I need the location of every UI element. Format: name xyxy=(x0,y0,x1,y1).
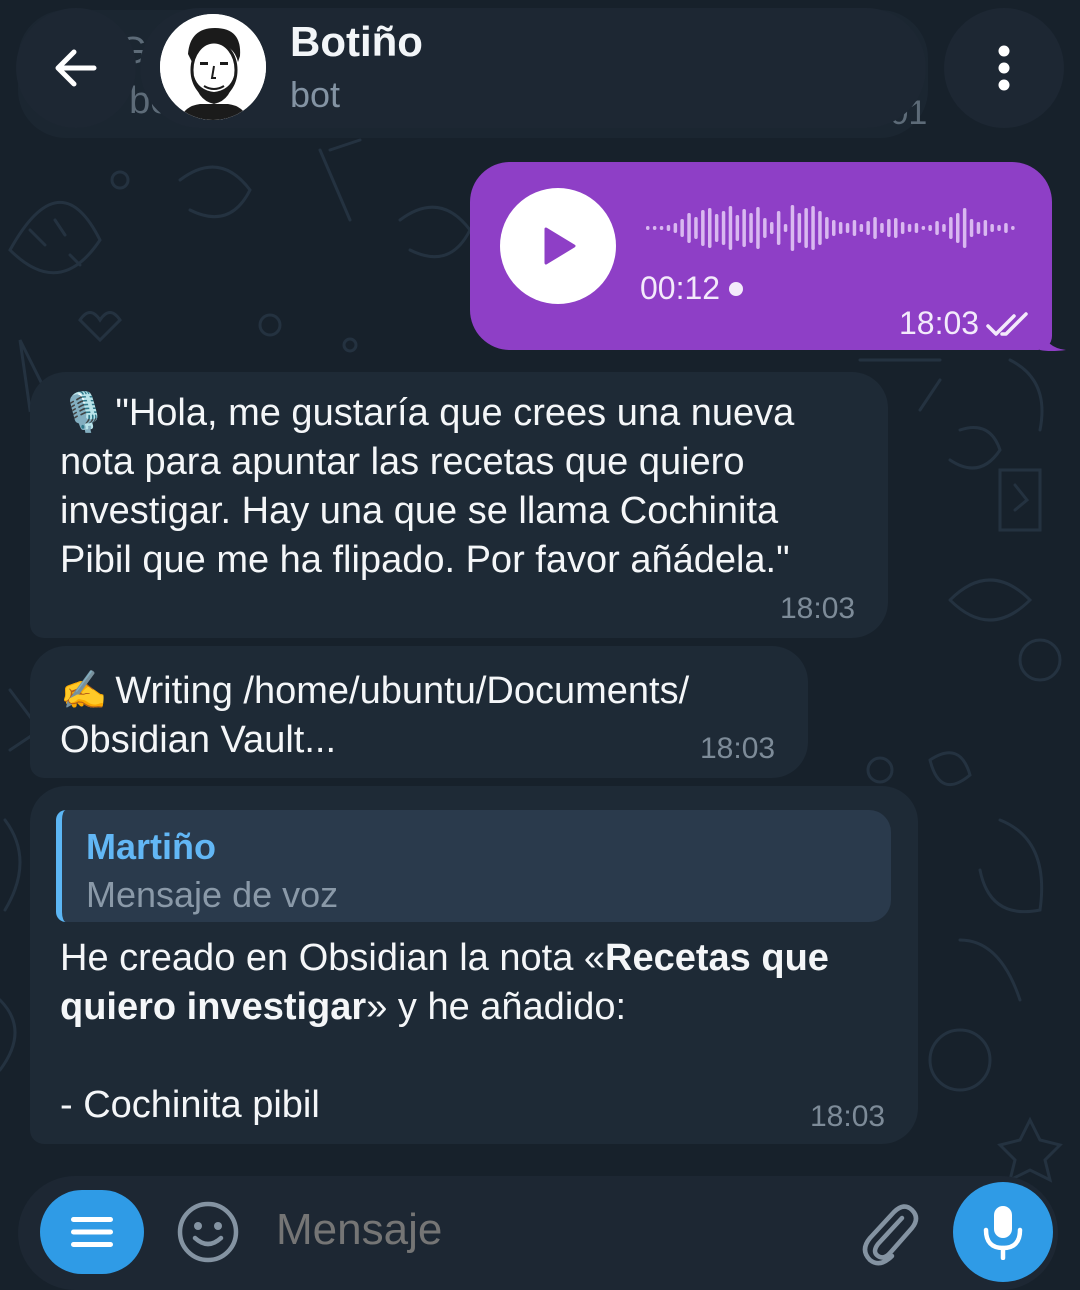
waveform-bar xyxy=(776,211,781,245)
waveform-bar xyxy=(728,206,733,250)
message-time: 18:03 xyxy=(780,592,856,625)
waveform-bar xyxy=(659,226,664,230)
back-button[interactable] xyxy=(16,8,136,128)
waveform-bar xyxy=(694,217,698,239)
message-line xyxy=(60,1032,900,1081)
waveform-bar xyxy=(852,220,857,236)
waveform-bar xyxy=(900,222,905,234)
waveform-bar xyxy=(907,224,912,232)
waveform-bar xyxy=(811,206,815,250)
writing-hand-emoji-icon: ✍️ xyxy=(60,670,108,712)
message-line: - Cochinita pibil xyxy=(60,1084,320,1126)
waveform-bar xyxy=(652,226,657,230)
double-check-icon xyxy=(986,312,1028,336)
waveform-bar xyxy=(735,215,740,241)
writing-message-text: ✍️ Writing /home/ubuntu/Documents/ Obsidi… xyxy=(60,667,800,765)
waveform-bar xyxy=(666,225,671,231)
arrow-left-icon xyxy=(55,49,97,87)
bot-menu-button[interactable] xyxy=(40,1190,144,1274)
waveform-bar xyxy=(894,218,898,238)
waveform-bar xyxy=(646,226,650,230)
waveform-bar xyxy=(880,223,884,233)
reply-message-text: He creado en Obsidian la nota «Recetas q… xyxy=(60,934,900,1130)
waveform-bar xyxy=(997,225,1001,231)
message-time: 18:03 xyxy=(810,1100,886,1133)
avatar-illustration xyxy=(160,14,266,120)
waveform-bar xyxy=(914,223,919,233)
waveform-bar xyxy=(928,225,932,231)
waveform-bar xyxy=(942,224,946,232)
more-vertical-icon xyxy=(998,45,1010,91)
play-icon xyxy=(544,227,576,265)
waveform-bar xyxy=(721,211,726,245)
waveform-bar xyxy=(783,224,788,232)
waveform-bar xyxy=(701,210,705,246)
paperclip-icon[interactable] xyxy=(856,1198,920,1266)
waveform-bar xyxy=(797,213,802,243)
waveform-bar xyxy=(1004,223,1008,233)
voice-duration: 00:12 xyxy=(640,270,721,306)
waveform-bar xyxy=(859,224,864,232)
message-line: ✍️ Writing /home/ubuntu/Documents/ xyxy=(60,670,690,712)
message-time: 18:03 xyxy=(700,732,776,765)
play-button[interactable] xyxy=(500,188,616,304)
waveform-bar xyxy=(976,222,981,234)
message-line: He creado en Obsidian la nota «Recetas q… xyxy=(60,937,829,979)
waveform-bar xyxy=(832,220,836,236)
waveform-bar xyxy=(763,218,767,238)
message-line: Pibil que me ha flipado. Por favor añáde… xyxy=(60,539,790,581)
waveform-bar xyxy=(838,222,843,234)
quoted-author: Martiño xyxy=(86,826,216,867)
waveform-bar xyxy=(845,223,850,233)
waveform-bar xyxy=(983,220,988,236)
chat-subtitle: bot xyxy=(290,74,341,115)
waveform-bar xyxy=(949,217,953,239)
message-line: 🎙️ "Hola, me gustaría que crees una nueva xyxy=(60,392,795,434)
waveform-bar xyxy=(962,208,967,248)
voice-message-time: 18:03 xyxy=(899,305,980,341)
bubble-tail xyxy=(1040,328,1066,351)
waveform-bar xyxy=(1011,226,1015,230)
message-line: nota para apuntar las recetas que quiero xyxy=(60,441,745,483)
quoted-text: Mensaje de voz xyxy=(86,874,339,915)
menu-icon xyxy=(71,1217,113,1247)
more-options-button[interactable] xyxy=(944,8,1064,128)
waveform-bar xyxy=(673,223,678,233)
waveform-bar xyxy=(825,217,829,239)
transcription-message-text: 🎙️ "Hola, me gustaría que crees una nueva… xyxy=(60,389,880,585)
microphone-icon xyxy=(983,1206,1023,1260)
waveform-bar xyxy=(708,208,712,248)
message-input[interactable] xyxy=(276,1205,796,1255)
waveform-bar xyxy=(921,226,926,230)
waveform-bar xyxy=(990,224,994,232)
waveform-bar xyxy=(790,205,795,251)
microphone-emoji-icon: 🎙️ xyxy=(60,392,108,434)
smile-icon[interactable] xyxy=(176,1200,240,1264)
message-line: investigar. Hay una que se llama Cochini… xyxy=(60,490,779,532)
waveform-bar xyxy=(756,207,760,249)
waveform-bar xyxy=(714,214,719,242)
waveform-bar xyxy=(956,213,960,243)
waveform-bar xyxy=(687,213,691,243)
waveform-bar xyxy=(873,217,877,239)
waveform-bar xyxy=(770,222,774,234)
message-line: Obsidian Vault... xyxy=(60,719,337,761)
waveform-bar xyxy=(866,221,870,235)
waveform-bar xyxy=(742,209,746,247)
unplayed-dot xyxy=(729,282,743,296)
waveform-bar xyxy=(818,211,822,245)
waveform[interactable] xyxy=(646,200,1018,256)
voice-record-button[interactable] xyxy=(953,1182,1053,1282)
waveform-bar xyxy=(969,219,974,237)
waveform-bar xyxy=(680,219,684,237)
waveform-bar xyxy=(749,213,753,243)
waveform-bar xyxy=(935,221,939,235)
message-line: quiero investigar» y he añadido: xyxy=(60,986,627,1028)
waveform-bar xyxy=(887,219,891,237)
avatar[interactable] xyxy=(160,14,266,120)
chat-title[interactable]: Botiño xyxy=(290,18,423,66)
waveform-bar xyxy=(804,208,808,248)
